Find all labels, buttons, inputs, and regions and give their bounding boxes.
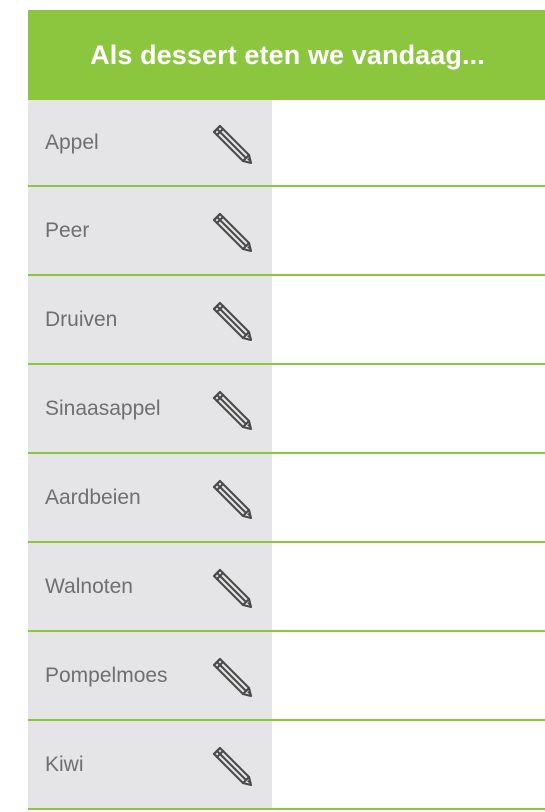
dessert-label-cell: Appel	[28, 100, 272, 185]
dessert-label: Peer	[45, 218, 90, 242]
worksheet-title: Als dessert eten we vandaag...	[90, 39, 485, 70]
dessert-row-kiwi: Kiwi	[28, 721, 545, 810]
dessert-label-cell: Walnoten	[28, 543, 272, 630]
dessert-label-cell: Pompelmoes	[28, 632, 272, 719]
dessert-worksheet: Als dessert eten we vandaag... Appel Pee…	[28, 10, 545, 810]
pencil-icon[interactable]	[205, 294, 257, 346]
answer-field[interactable]	[272, 100, 545, 185]
dessert-row-peer: Peer	[28, 187, 545, 276]
answer-field[interactable]	[272, 454, 545, 541]
dessert-row-druiven: Druiven	[28, 276, 545, 365]
answer-field[interactable]	[272, 187, 545, 274]
dessert-label: Sinaasappel	[45, 396, 161, 420]
answer-field[interactable]	[272, 721, 545, 808]
pencil-icon[interactable]	[205, 117, 257, 169]
dessert-label: Druiven	[45, 307, 118, 331]
dessert-label: Pompelmoes	[45, 663, 168, 687]
pencil-icon[interactable]	[205, 205, 257, 257]
dessert-label-cell: Peer	[28, 187, 272, 274]
answer-field[interactable]	[272, 543, 545, 630]
pencil-icon[interactable]	[205, 383, 257, 435]
dessert-label-cell: Sinaasappel	[28, 365, 272, 452]
dessert-label-cell: Druiven	[28, 276, 272, 363]
dessert-row-pompelmoes: Pompelmoes	[28, 632, 545, 721]
pencil-icon[interactable]	[205, 561, 257, 613]
pencil-icon[interactable]	[205, 739, 257, 791]
dessert-rows: Appel Peer Druiven Sinaasappel Aardbeien…	[28, 100, 545, 810]
dessert-label: Walnoten	[45, 574, 133, 598]
answer-field[interactable]	[272, 276, 545, 363]
dessert-label: Aardbeien	[45, 485, 141, 509]
worksheet-header: Als dessert eten we vandaag...	[28, 10, 545, 100]
pencil-icon[interactable]	[205, 650, 257, 702]
dessert-row-aardbeien: Aardbeien	[28, 454, 545, 543]
dessert-label-cell: Kiwi	[28, 721, 272, 808]
dessert-label-cell: Aardbeien	[28, 454, 272, 541]
pencil-icon[interactable]	[205, 472, 257, 524]
answer-field[interactable]	[272, 365, 545, 452]
dessert-label: Kiwi	[45, 752, 84, 776]
dessert-row-sinaasappel: Sinaasappel	[28, 365, 545, 454]
dessert-row-appel: Appel	[28, 100, 545, 187]
dessert-label: Appel	[45, 130, 99, 154]
answer-field[interactable]	[272, 632, 545, 719]
dessert-row-walnoten: Walnoten	[28, 543, 545, 632]
